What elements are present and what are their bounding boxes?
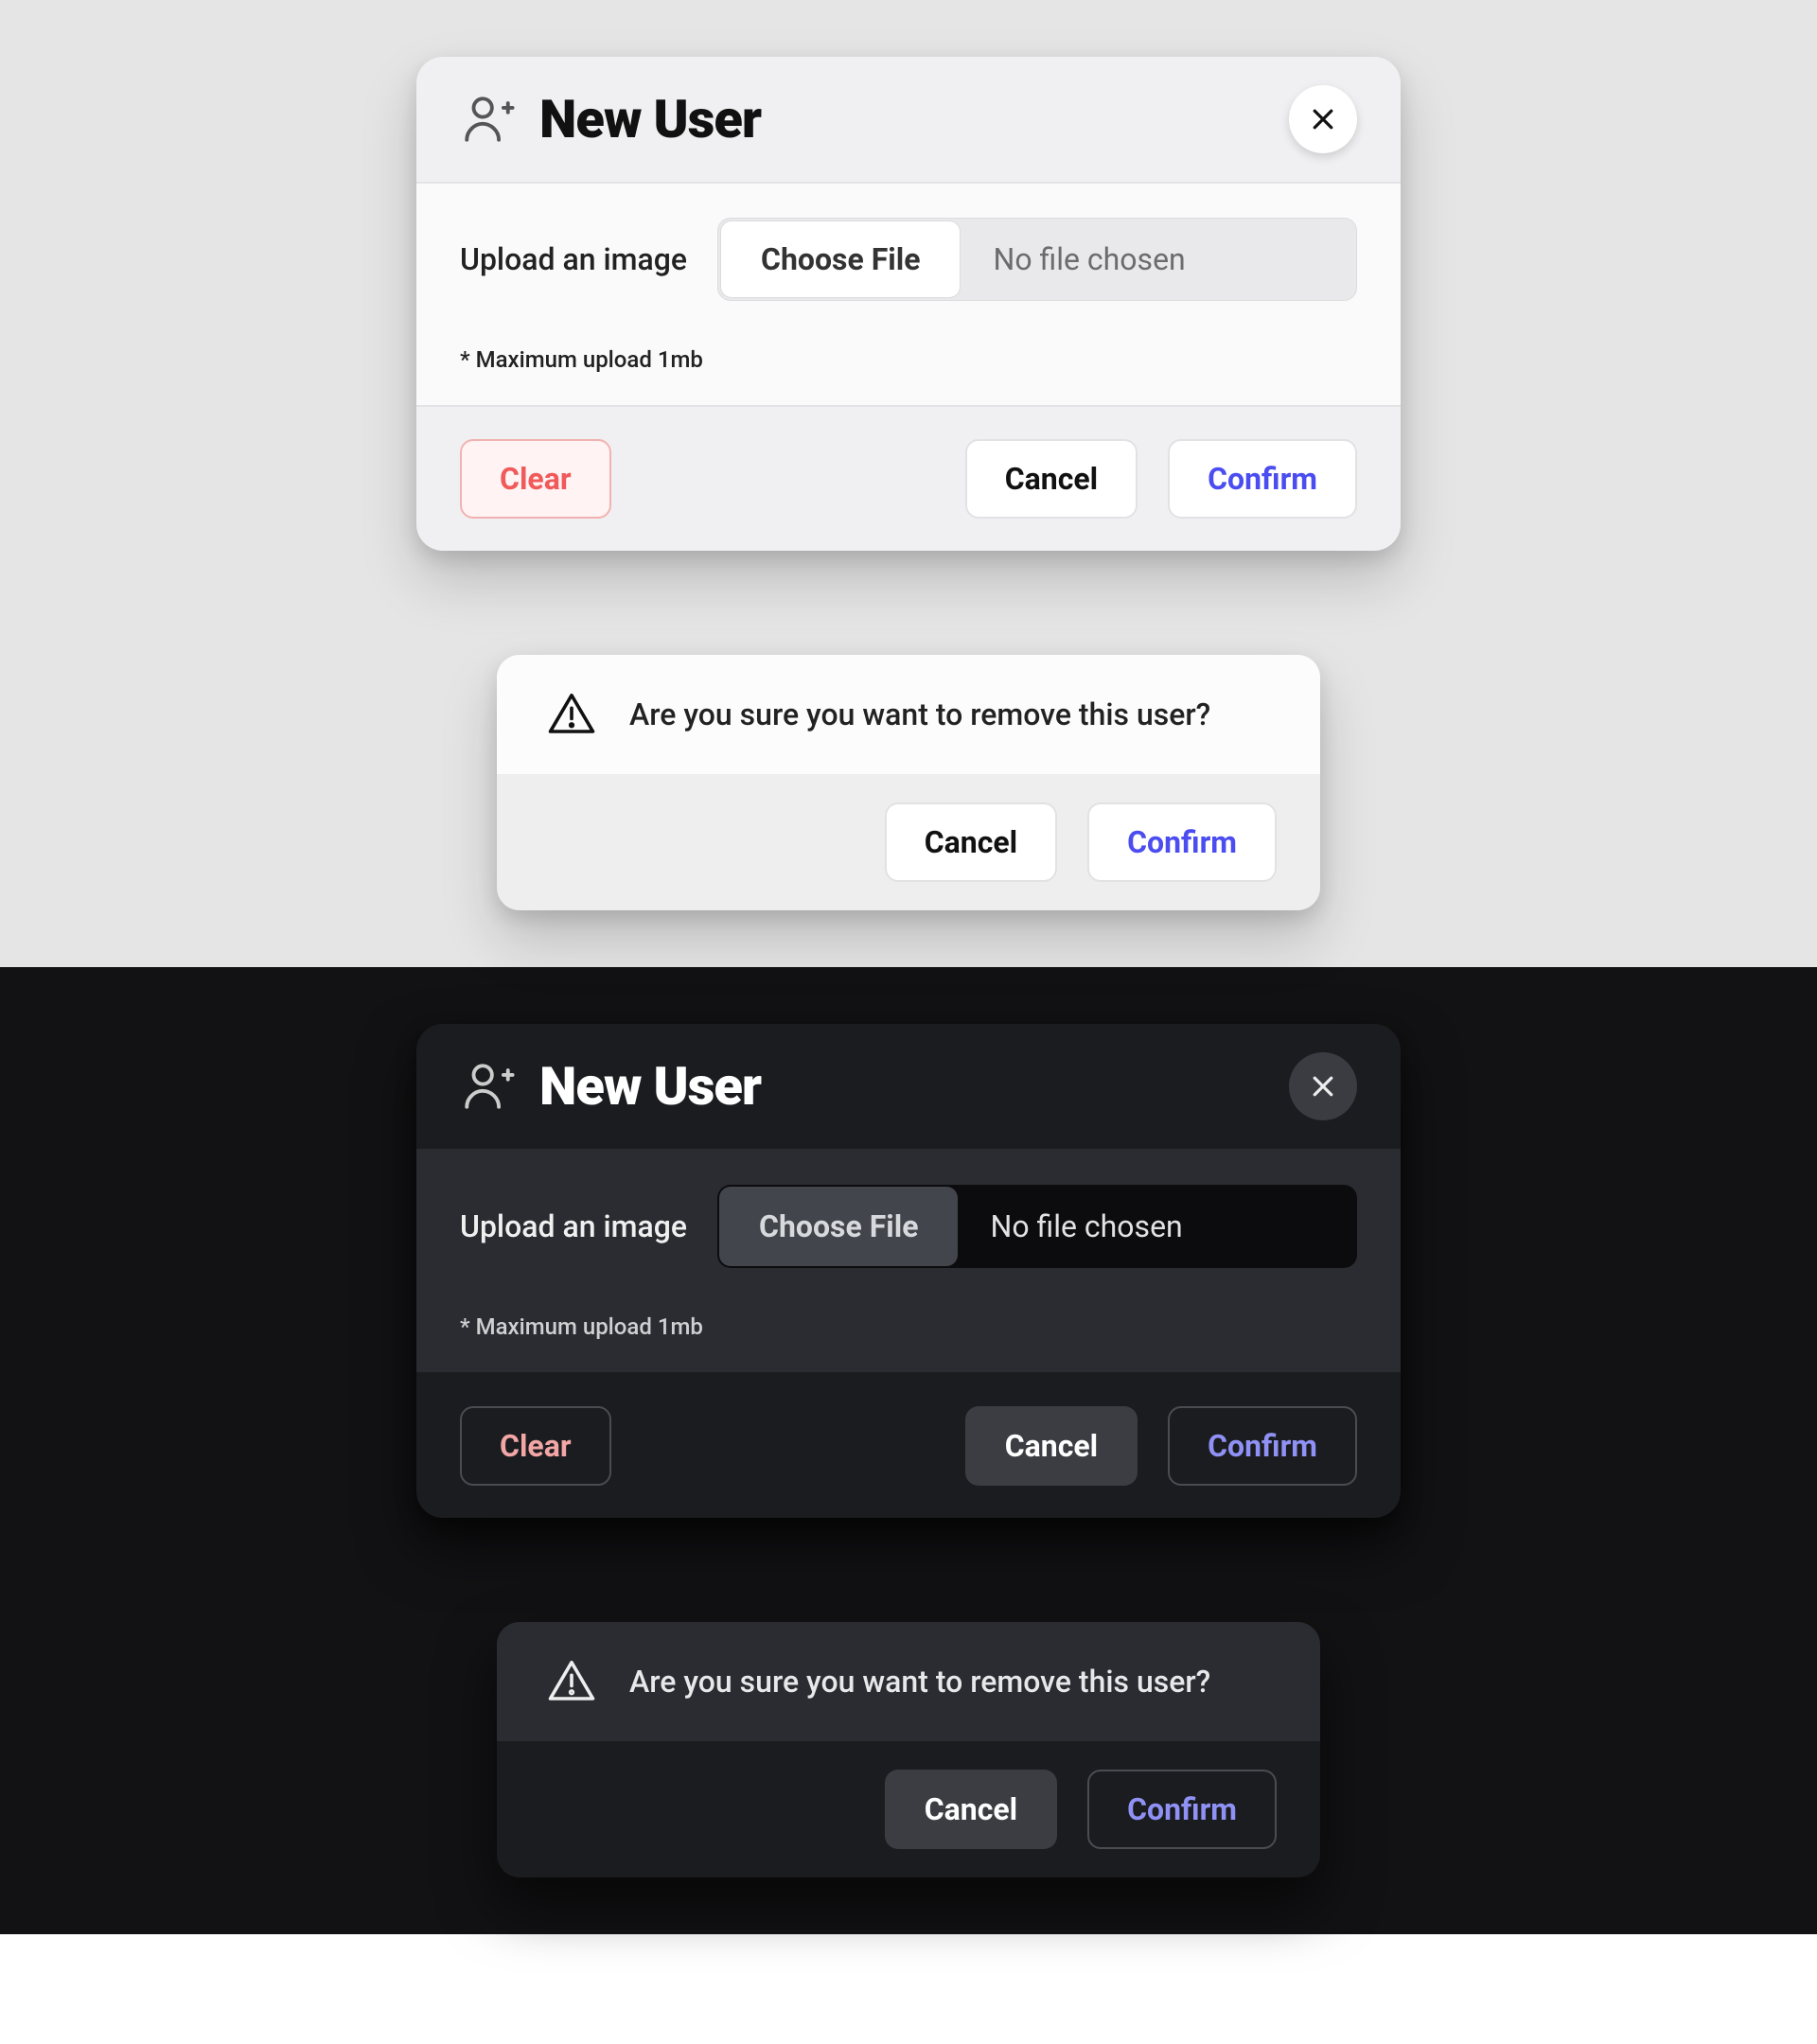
confirm-button[interactable]: Confirm	[1087, 802, 1277, 882]
confirm-question: Are you sure you want to remove this use…	[629, 1664, 1210, 1700]
choose-file-button[interactable]: Choose File	[720, 220, 961, 298]
confirm-button[interactable]: Confirm	[1087, 1770, 1277, 1849]
user-plus-icon	[460, 1059, 515, 1114]
close-icon	[1309, 105, 1337, 133]
remove-user-dialog: Are you sure you want to remove this use…	[497, 655, 1320, 910]
upload-row: Upload an image Choose File No file chos…	[460, 218, 1357, 301]
new-user-dialog: New User Upload an image Choose File No …	[416, 1024, 1401, 1518]
dialog-header: New User	[416, 57, 1401, 184]
cancel-button[interactable]: Cancel	[965, 439, 1138, 519]
cancel-button[interactable]: Cancel	[965, 1406, 1138, 1486]
file-picker: Choose File No file chosen	[717, 1185, 1357, 1268]
dialog-header: New User	[416, 1024, 1401, 1151]
light-theme-panel: New User Upload an image Choose File No …	[0, 0, 1817, 967]
dialog-body: Upload an image Choose File No file chos…	[416, 1151, 1401, 1374]
user-plus-icon	[460, 92, 515, 147]
close-button[interactable]	[1289, 1052, 1357, 1120]
remove-user-dialog: Are you sure you want to remove this use…	[497, 1622, 1320, 1877]
cancel-button[interactable]: Cancel	[885, 802, 1057, 882]
clear-button[interactable]: Clear	[460, 439, 611, 519]
cancel-button[interactable]: Cancel	[885, 1770, 1057, 1849]
warning-icon	[546, 1656, 597, 1707]
confirm-question: Are you sure you want to remove this use…	[629, 696, 1210, 732]
file-status: No file chosen	[960, 1185, 1357, 1268]
dialog-body: Upload an image Choose File No file chos…	[416, 184, 1401, 407]
warning-icon	[546, 689, 597, 740]
choose-file-button[interactable]: Choose File	[719, 1187, 958, 1266]
upload-hint: * Maximum upload 1mb	[460, 346, 1357, 373]
upload-label: Upload an image	[460, 241, 687, 277]
confirm-button[interactable]: Confirm	[1168, 439, 1357, 519]
close-button[interactable]	[1289, 85, 1357, 153]
dialog-footer: Cancel Confirm	[497, 774, 1320, 910]
close-icon	[1309, 1072, 1337, 1101]
upload-label: Upload an image	[460, 1208, 687, 1244]
clear-button[interactable]: Clear	[460, 1406, 611, 1486]
dialog-footer: Clear Cancel Confirm	[416, 407, 1401, 551]
dialog-body: Are you sure you want to remove this use…	[497, 1622, 1320, 1741]
dialog-footer: Clear Cancel Confirm	[416, 1374, 1401, 1518]
file-status: No file chosen	[962, 219, 1356, 300]
upload-hint: * Maximum upload 1mb	[460, 1313, 1357, 1340]
dialog-title: New User	[539, 88, 1289, 150]
upload-row: Upload an image Choose File No file chos…	[460, 1185, 1357, 1268]
confirm-button[interactable]: Confirm	[1168, 1406, 1357, 1486]
new-user-dialog: New User Upload an image Choose File No …	[416, 57, 1401, 551]
dialog-footer: Cancel Confirm	[497, 1741, 1320, 1877]
dialog-title: New User	[539, 1055, 1289, 1118]
dialog-body: Are you sure you want to remove this use…	[497, 655, 1320, 774]
dark-theme-panel: New User Upload an image Choose File No …	[0, 967, 1817, 1934]
file-picker: Choose File No file chosen	[717, 218, 1357, 301]
